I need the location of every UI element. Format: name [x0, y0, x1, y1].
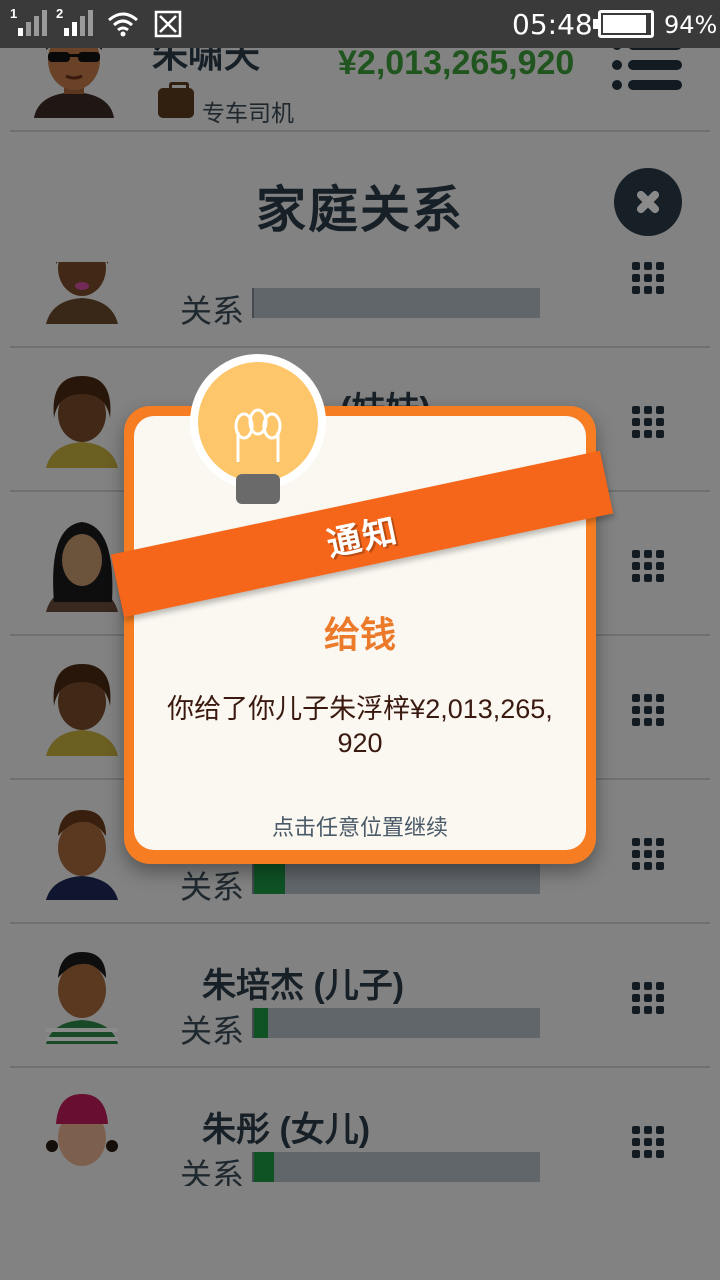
- sim1-label: 1: [10, 6, 18, 21]
- clock-time: 05:48: [512, 8, 593, 41]
- lightbulb-icon: [190, 354, 326, 504]
- sim2-label: 2: [56, 6, 64, 21]
- status-bar: 1 2 05:48 94%: [0, 0, 720, 48]
- scissors-icon: [154, 10, 182, 38]
- notification-title: 给钱: [323, 614, 396, 655]
- tap-to-continue-hint: 点击任意位置继续: [271, 815, 448, 840]
- battery-percent: 94%: [664, 11, 718, 39]
- signal-icon-sim1: [18, 10, 47, 36]
- battery-icon: [593, 10, 654, 38]
- notification-message: 你给了你儿子朱浮梓¥2,013,265,920: [167, 694, 553, 758]
- wifi-icon: [108, 12, 138, 37]
- signal-icon-sim2: [64, 10, 93, 36]
